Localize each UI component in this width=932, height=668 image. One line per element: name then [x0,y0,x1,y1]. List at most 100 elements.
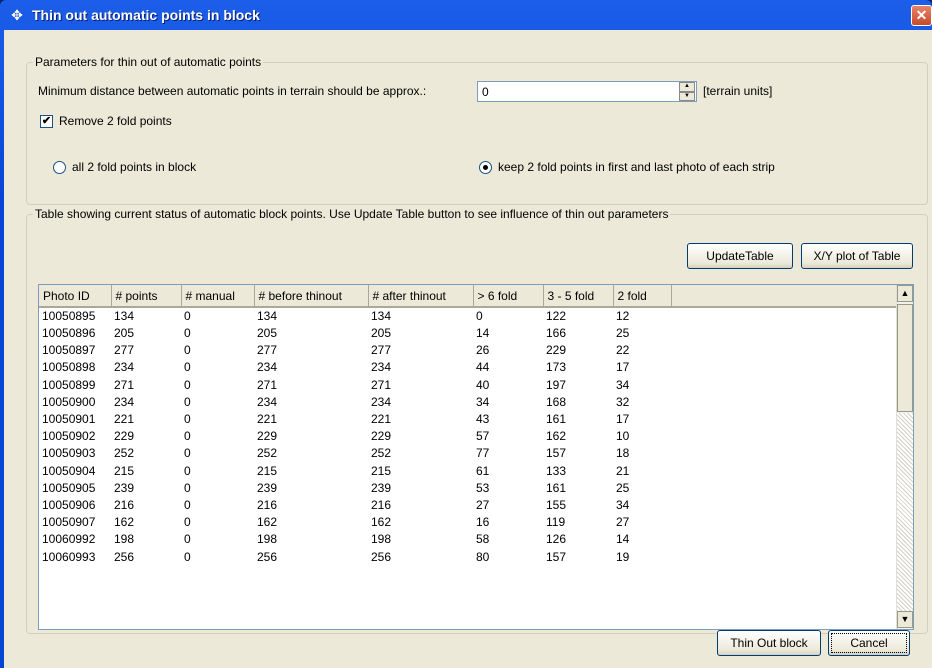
table-cell: 162 [546,429,567,444]
table-cell: 157 [546,549,567,564]
dialog-client: Parameters for thin out of automatic poi… [4,30,932,668]
table-cell: 215 [371,463,392,478]
table-cell: 10050903 [42,446,96,461]
table-cell-filler [671,307,897,325]
table-cell: 198 [114,532,135,547]
min-distance-spinner[interactable]: ▲ ▼ [679,82,695,101]
params-legend: Parameters for thin out of automatic poi… [33,55,264,69]
table-cell: 0 [184,463,191,478]
table-cell: 0 [184,532,191,547]
vertical-scrollbar[interactable]: ▲ ▼ [896,285,913,629]
scroll-up-icon[interactable]: ▲ [897,285,913,302]
column-header[interactable]: 3 - 5 fold [543,285,614,308]
table-cell: 205 [257,326,278,341]
thin-out-block-button[interactable]: Thin Out block [717,630,821,656]
xy-plot-button[interactable]: X/Y plot of Table [801,243,913,269]
table-cell: 17 [616,412,630,427]
points-grid[interactable]: Photo ID # points # manual # before thinout… [39,285,897,566]
table-cell: 10050907 [42,515,96,530]
table-cell-filler [671,480,897,497]
table-cell: 155 [546,497,567,512]
params-group: Parameters for thin out of automatic poi… [26,55,928,205]
table-body: 10050895 134 0 134 134 0 122 12 10050896 205 0 205 2… [39,307,897,566]
table-cell-filler [671,342,897,359]
table-cell: 161 [546,480,567,495]
scroll-thumb[interactable] [897,304,913,412]
table-cell: 234 [257,360,278,375]
update-table-button[interactable]: UpdateTable [687,243,793,269]
column-header[interactable]: # manual [181,285,255,308]
table-cell: 234 [114,394,135,409]
column-header[interactable]: # after thinout [368,285,474,308]
table-cell: 162 [371,515,392,530]
table-cell: 21 [616,463,630,478]
table-cell: 205 [371,326,392,341]
table-row[interactable]: 10050897 277 0 277 277 26 229 22 [39,342,897,359]
table-row[interactable]: 10050907 162 0 162 162 16 119 27 [39,514,897,531]
table-cell: 10050898 [42,360,96,375]
table-cell: 252 [114,446,135,461]
table-cell: 10060993 [42,549,96,564]
table-cell: 0 [184,343,191,358]
table-cell: 34 [616,377,630,392]
close-button[interactable]: ✕ [911,5,932,26]
table-cell: 229 [114,429,135,444]
column-header[interactable]: # points [111,285,182,308]
column-header[interactable]: 2 fold [613,285,672,308]
table-cell: 239 [371,480,392,495]
column-header[interactable]: Photo ID [39,285,112,308]
table-cell: 0 [184,549,191,564]
table-row[interactable]: 10050905 239 0 239 239 53 161 25 [39,480,897,497]
table-cell: 43 [476,412,490,427]
points-table[interactable]: Photo ID # points # manual # before thinout… [38,284,914,630]
radio-keep-2fold[interactable] [479,161,492,174]
radio-all-2fold-label[interactable]: all 2 fold points in block [72,160,196,174]
table-row[interactable]: 10060993 256 0 256 256 80 157 19 [39,548,897,565]
table-row[interactable]: 10050896 205 0 205 205 14 166 25 [39,325,897,342]
spin-down-icon[interactable]: ▼ [679,91,695,101]
table-row[interactable]: 10050903 252 0 252 252 77 157 18 [39,445,897,462]
remove-2fold-checkbox[interactable]: ✔ [40,115,53,128]
table-cell: 14 [616,532,630,547]
column-header[interactable]: > 6 fold [473,285,544,308]
table-cell: 271 [371,377,392,392]
table-row[interactable]: 10050902 229 0 229 229 57 162 10 [39,428,897,445]
table-cell: 0 [184,326,191,341]
table-row[interactable]: 10050899 271 0 271 271 40 197 34 [39,377,897,394]
table-cell: 0 [184,497,191,512]
table-row[interactable]: 10050904 215 0 215 215 61 133 21 [39,463,897,480]
radio-all-2fold[interactable] [53,161,66,174]
table-cell: 0 [184,446,191,461]
table-cell: 57 [476,429,490,444]
table-cell: 22 [616,343,630,358]
title-bar[interactable]: ✥ Thin out automatic points in block ✕ [0,0,932,30]
table-cell: 0 [184,394,191,409]
scroll-down-icon[interactable]: ▼ [897,611,913,628]
column-header[interactable]: # before thinout [254,285,369,308]
table-row[interactable]: 10050900 234 0 234 234 34 168 32 [39,394,897,411]
table-cell-filler [671,514,897,531]
table-row[interactable]: 10060992 198 0 198 198 58 126 14 [39,531,897,548]
table-row[interactable]: 10050895 134 0 134 134 0 122 12 [39,307,897,325]
table-cell: 234 [371,360,392,375]
cancel-button[interactable]: Cancel [828,630,910,656]
table-cell: 134 [114,309,135,323]
dialog-app-icon: ✥ [11,6,23,23]
scroll-track[interactable] [897,413,913,611]
table-cell: 0 [184,412,191,427]
remove-2fold-label[interactable]: Remove 2 fold points [59,114,172,128]
table-cell: 229 [371,429,392,444]
table-row[interactable]: 10050906 216 0 216 216 27 155 34 [39,497,897,514]
table-cell: 157 [546,446,567,461]
table-row[interactable]: 10050901 221 0 221 221 43 161 17 [39,411,897,428]
close-icon: ✕ [915,7,928,23]
spin-up-icon[interactable]: ▲ [679,82,695,92]
table-cell: 44 [476,360,490,375]
table-cell: 61 [476,463,490,478]
table-cell-filler [671,325,897,342]
table-cell: 197 [546,377,567,392]
table-row[interactable]: 10050898 234 0 234 234 44 173 17 [39,359,897,376]
table-cell: 256 [257,549,278,564]
radio-keep-2fold-label[interactable]: keep 2 fold points in first and last pho… [498,160,775,174]
min-distance-input[interactable] [477,81,697,102]
